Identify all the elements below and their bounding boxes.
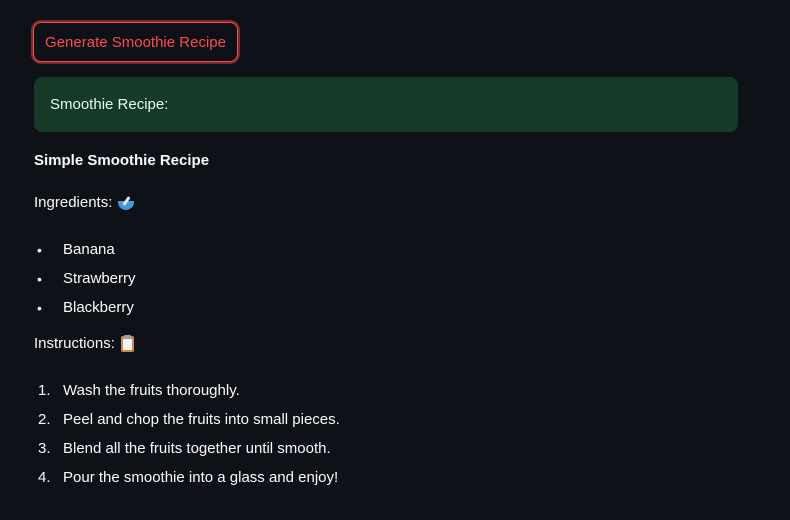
ingredients-heading: Ingredients:: [34, 194, 135, 211]
list-item: 3. Blend all the fruits together until sm…: [34, 434, 340, 463]
ingredient-text: Blackberry: [63, 299, 134, 316]
list-item: 2. Peel and chop the fruits into small pi…: [34, 405, 340, 434]
bullet-marker: •: [37, 270, 42, 287]
ingredient-text: Banana: [63, 241, 115, 258]
list-item: 1. Wash the fruits thoroughly.: [34, 376, 340, 405]
instruction-text: Wash the fruits thoroughly.: [63, 382, 240, 399]
generate-smoothie-recipe-button[interactable]: Generate Smoothie Recipe: [33, 22, 238, 62]
list-item: 4. Pour the smoothie into a glass and enj…: [34, 463, 340, 492]
instructions-heading: Instructions:: [34, 334, 134, 352]
number-marker: 2.: [38, 411, 51, 428]
app-root: Generate Smoothie Recipe Smoothie Recipe…: [0, 0, 790, 520]
bullet-marker: •: [37, 241, 42, 258]
instructions-label: Instructions:: [34, 335, 115, 352]
ingredient-text: Strawberry: [63, 270, 136, 287]
number-marker: 3.: [38, 440, 51, 457]
list-item: • Banana: [34, 235, 136, 264]
instruction-text: Blend all the fruits together until smoo…: [63, 440, 331, 457]
instruction-text: Pour the smoothie into a glass and enjoy…: [63, 469, 339, 486]
instruction-text: Peel and chop the fruits into small piec…: [63, 411, 340, 428]
bullet-marker: •: [37, 299, 42, 316]
success-alert: Smoothie Recipe:: [34, 77, 738, 132]
clipboard-icon: [120, 334, 134, 352]
ingredients-label: Ingredients:: [34, 194, 113, 211]
instructions-list: 1. Wash the fruits thoroughly. 2. Peel and…: [34, 376, 340, 492]
number-marker: 1.: [38, 382, 51, 399]
success-alert-text: Smoothie Recipe:: [50, 96, 169, 113]
recipe-title: Simple Smoothie Recipe: [34, 152, 210, 169]
list-item: • Blackberry: [34, 293, 136, 322]
ingredients-list: • Banana • Strawberry • Blackberry: [34, 235, 136, 322]
bowl-with-spoon-icon: [118, 195, 135, 210]
list-item: • Strawberry: [34, 264, 136, 293]
number-marker: 4.: [38, 469, 51, 486]
